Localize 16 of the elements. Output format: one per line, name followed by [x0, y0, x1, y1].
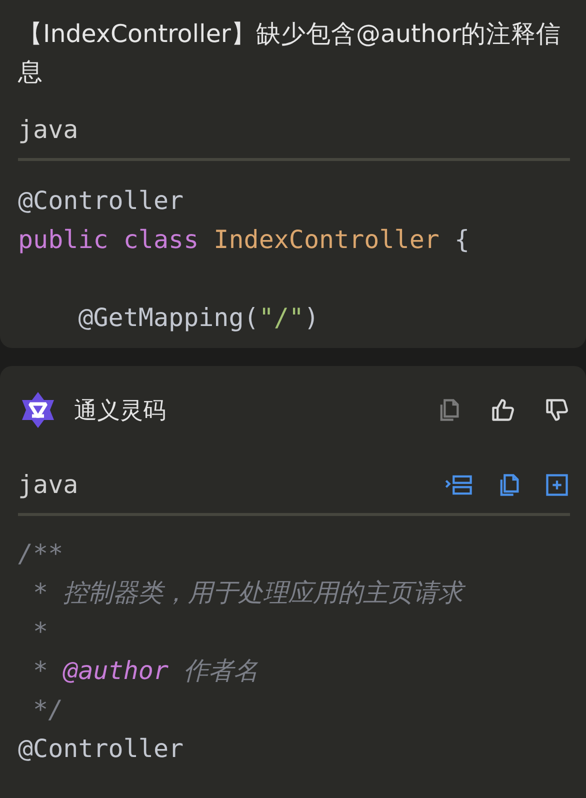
- code-line: @Controller: [18, 185, 185, 217]
- code-line: *: [32, 616, 50, 648]
- language-label: java: [18, 115, 80, 144]
- assistant-name: 通义灵码: [74, 396, 166, 426]
- code-line: * @author 作者名: [32, 655, 260, 687]
- language-label: java: [18, 470, 78, 499]
- thumbs-up-icon[interactable]: [490, 397, 516, 423]
- thumbs-down-icon[interactable]: [544, 397, 570, 423]
- code-line: */: [32, 694, 64, 726]
- code-line: * 控制器类，用于处理应用的主页请求: [18, 573, 570, 612]
- code-line: public class IndexController {: [18, 224, 471, 256]
- code-line: @Controller: [18, 733, 185, 765]
- add-box-icon[interactable]: [544, 472, 570, 498]
- code-line: /**: [18, 538, 64, 570]
- code-line: @GetMapping("/"): [77, 302, 320, 334]
- question-text: 【IndexController】缺少包含@author的注释信息: [18, 18, 562, 88]
